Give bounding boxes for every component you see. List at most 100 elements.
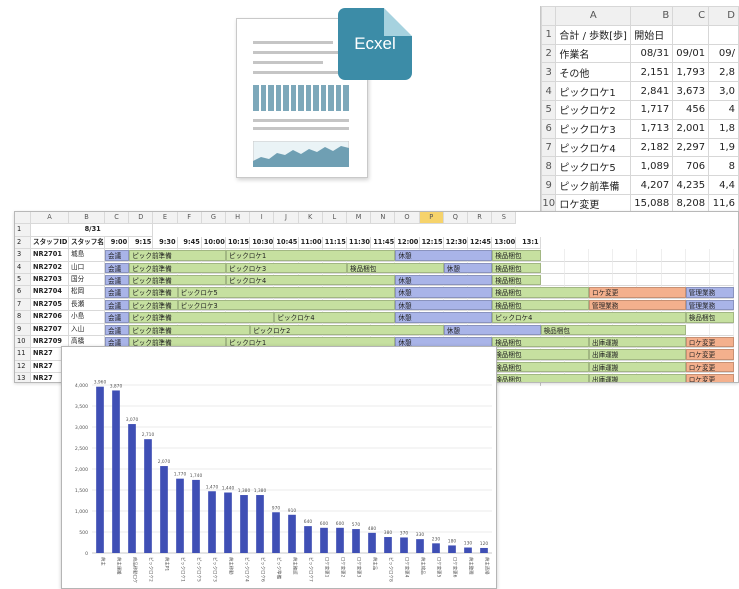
column-header[interactable]: B xyxy=(69,212,105,225)
bar[interactable] xyxy=(400,537,408,553)
time-slot-cell[interactable] xyxy=(637,261,662,274)
step-value-cell[interactable]: 2,8 xyxy=(708,62,739,83)
bar[interactable] xyxy=(112,390,120,553)
bar[interactable] xyxy=(256,495,264,553)
task-name-cell[interactable]: その他 xyxy=(555,62,632,83)
task-block[interactable]: 管理業務 xyxy=(589,299,686,311)
time-slot-header[interactable]: 11:30 xyxy=(347,236,372,250)
time-slot-header[interactable]: 12:45 xyxy=(468,236,493,250)
task-block[interactable]: 会議 xyxy=(105,287,130,298)
date-cell[interactable]: 8/31 xyxy=(31,224,154,237)
bar[interactable] xyxy=(176,478,184,553)
corner-cell[interactable] xyxy=(541,6,557,26)
row-number[interactable]: 8 xyxy=(541,156,557,177)
time-slot-cell[interactable] xyxy=(589,274,614,287)
column-header[interactable]: F xyxy=(177,212,202,225)
step-value-cell[interactable]: 1,9 xyxy=(708,137,739,158)
step-value-cell[interactable]: 3,0 xyxy=(708,81,739,101)
time-slot-cell[interactable] xyxy=(613,249,638,262)
bar[interactable] xyxy=(160,466,168,553)
staff-name-cell[interactable]: 城島 xyxy=(69,249,105,262)
staff-name-cell[interactable]: 山口 xyxy=(69,261,105,274)
step-value-cell[interactable]: 09/ xyxy=(708,43,739,64)
task-block[interactable]: ロケ変更 xyxy=(685,349,735,360)
task-block[interactable]: ピック前準備 xyxy=(129,275,226,286)
task-block[interactable]: 検品梱包 xyxy=(347,262,444,273)
task-block[interactable]: ピックロケ4 xyxy=(492,312,686,323)
column-header[interactable]: A xyxy=(555,6,632,26)
row-number[interactable]: 4 xyxy=(541,81,557,101)
time-slot-header[interactable]: 11:15 xyxy=(322,236,347,250)
step-value-cell[interactable]: 3,673 xyxy=(672,81,710,101)
column-header[interactable]: L xyxy=(322,212,347,225)
column-header[interactable]: J xyxy=(274,212,299,225)
task-block[interactable]: ピックロケ3 xyxy=(177,299,396,311)
row-number[interactable]: 9 xyxy=(541,175,557,195)
task-block[interactable]: 出庫運搬 xyxy=(589,374,686,382)
task-block[interactable]: 検品梱包 xyxy=(492,275,541,286)
row-number[interactable]: 4 xyxy=(15,261,31,274)
column-header[interactable]: E xyxy=(153,212,178,225)
task-block[interactable]: 管理業務 xyxy=(685,287,735,298)
staff-name-cell[interactable]: 入山 xyxy=(69,323,105,336)
task-name-cell[interactable]: ピックロケ5 xyxy=(555,156,632,177)
step-value-cell[interactable]: 4,207 xyxy=(630,175,674,195)
time-slot-cell[interactable] xyxy=(540,274,565,287)
task-name-cell[interactable]: ピックロケ4 xyxy=(555,137,632,158)
staff-id-cell[interactable]: NR2705 xyxy=(31,298,69,312)
task-name-cell[interactable]: ピックロケ1 xyxy=(555,81,632,101)
task-name-cell[interactable]: ピックロケ3 xyxy=(555,118,632,139)
row-number[interactable]: 8 xyxy=(15,311,31,324)
bar[interactable] xyxy=(240,495,248,553)
task-block[interactable]: 出庫運搬 xyxy=(589,337,686,348)
time-slot-cell[interactable] xyxy=(540,249,565,262)
step-value-cell[interactable]: 1,8 xyxy=(708,118,739,139)
row-number[interactable]: 3 xyxy=(541,62,557,83)
bar[interactable] xyxy=(368,532,376,553)
bar[interactable] xyxy=(208,491,216,553)
time-slot-cell[interactable] xyxy=(637,249,662,262)
staff-id-header[interactable]: スタッフID xyxy=(31,236,69,250)
time-slot-cell[interactable] xyxy=(637,274,662,287)
bar[interactable] xyxy=(464,547,472,553)
time-slot-cell[interactable] xyxy=(589,249,614,262)
time-slot-cell[interactable] xyxy=(710,274,735,287)
time-slot-header[interactable]: 10:45 xyxy=(274,236,299,250)
task-block[interactable]: 検品梱包 xyxy=(492,349,589,360)
staff-id-cell[interactable]: NR2703 xyxy=(31,274,69,287)
step-value-cell[interactable]: 08/31 xyxy=(630,43,674,64)
row-number[interactable]: 2 xyxy=(15,236,31,250)
step-value-cell[interactable]: 4,235 xyxy=(672,175,710,195)
time-slot-header[interactable]: 11:00 xyxy=(298,236,323,250)
row-number[interactable]: 5 xyxy=(15,274,31,287)
task-block[interactable]: 会議 xyxy=(105,275,130,286)
step-value-cell[interactable]: 1,089 xyxy=(630,156,674,177)
time-slot-header[interactable]: 12:15 xyxy=(419,236,444,250)
row-number[interactable]: 11 xyxy=(15,348,31,361)
time-slot-cell[interactable] xyxy=(710,249,735,262)
task-block[interactable]: 検品梱包 xyxy=(685,312,735,323)
task-block[interactable]: 休憩 xyxy=(395,312,493,323)
corner-cell[interactable] xyxy=(15,212,31,225)
task-block[interactable]: 会議 xyxy=(105,312,130,323)
staff-name-cell[interactable]: 松岡 xyxy=(69,286,105,299)
time-slot-header[interactable]: 9:15 xyxy=(129,236,154,250)
task-block[interactable]: ロケ変更 xyxy=(685,361,735,373)
column-header[interactable]: G xyxy=(201,212,226,225)
task-block[interactable]: ロケ変更 xyxy=(589,287,686,298)
step-value-cell[interactable]: 2,297 xyxy=(672,137,710,158)
task-block[interactable]: 検品梱包 xyxy=(492,299,589,311)
task-block[interactable]: 出庫運搬 xyxy=(589,349,686,360)
time-slot-header[interactable]: 13:00 xyxy=(492,236,517,250)
task-block[interactable]: 会議 xyxy=(105,250,130,261)
column-header[interactable]: N xyxy=(371,212,396,225)
time-slot-cell[interactable] xyxy=(685,261,710,274)
bar[interactable] xyxy=(352,529,360,553)
task-block[interactable]: 検品梱包 xyxy=(492,374,589,382)
column-header[interactable]: H xyxy=(226,212,251,225)
column-header[interactable]: D xyxy=(129,212,154,225)
time-slot-header[interactable]: 10:15 xyxy=(226,236,251,250)
column-header[interactable]: D xyxy=(708,6,739,26)
staff-id-cell[interactable]: NR2701 xyxy=(31,249,69,262)
task-block[interactable]: 検品梱包 xyxy=(492,337,589,348)
